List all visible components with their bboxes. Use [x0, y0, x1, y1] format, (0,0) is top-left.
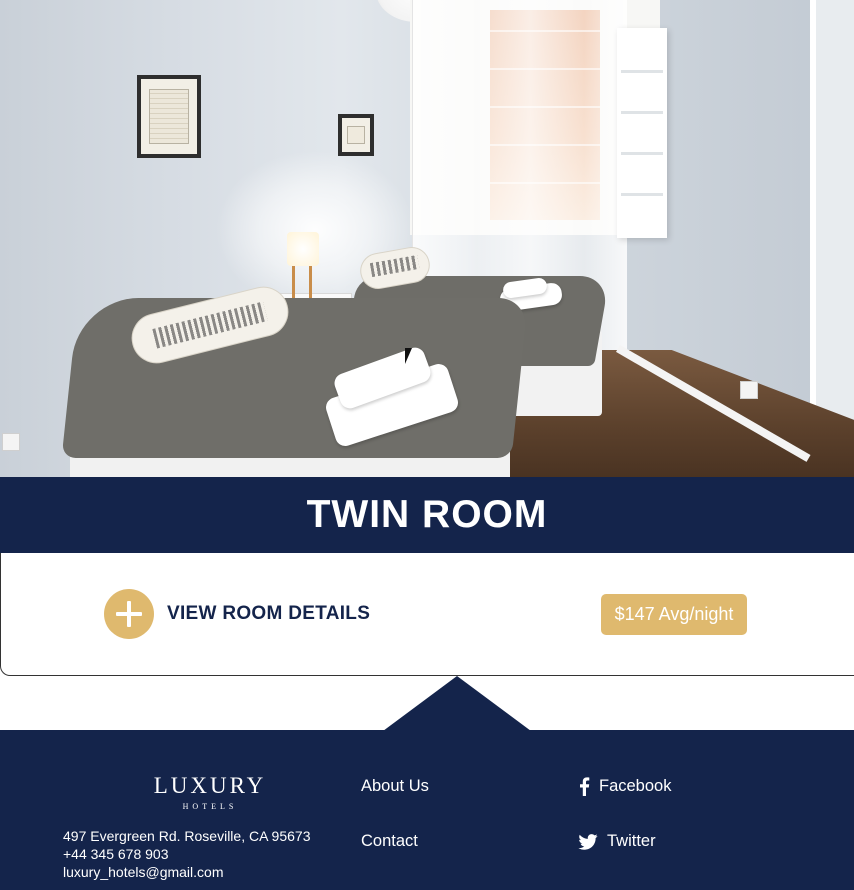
plus-icon[interactable] [104, 589, 154, 639]
room-photo [0, 0, 854, 477]
window-shutter [617, 28, 667, 238]
twitter-label[interactable]: Twitter [607, 832, 656, 851]
wall-picture-left [137, 75, 201, 158]
room-details-card: VIEW ROOM DETAILS $147 Avg/night [0, 553, 854, 676]
wall-picture-right [338, 114, 374, 156]
address-email: luxury_hotels@gmail.com [63, 864, 224, 880]
wall-outlet [2, 433, 20, 451]
mirror [810, 0, 854, 477]
view-room-details-label[interactable]: VIEW ROOM DETAILS [167, 603, 370, 625]
mouse-cursor-icon [405, 348, 412, 364]
facebook-icon [580, 777, 590, 796]
facebook-label[interactable]: Facebook [599, 777, 671, 796]
footer: LUXURY HOTELS 497 Evergreen Rd. Rosevill… [0, 730, 854, 890]
facebook-link[interactable]: Facebook [578, 777, 671, 796]
room-title-bar: TWIN ROOM [0, 477, 854, 553]
hotel-logo[interactable]: LUXURY HOTELS [146, 774, 274, 811]
price-badge: $147 Avg/night [601, 594, 747, 635]
twitter-link[interactable]: Twitter [578, 832, 656, 851]
wall-outlet [740, 381, 758, 399]
about-us-link[interactable]: About Us [361, 777, 429, 796]
view-room-details-button[interactable]: VIEW ROOM DETAILS [104, 589, 370, 639]
logo-subtitle: HOTELS [182, 802, 238, 811]
footer-arrow [383, 676, 531, 731]
address-phone: +44 345 678 903 [63, 846, 169, 862]
bed-front [61, 298, 529, 458]
contact-address: 497 Evergreen Rd. Roseville, CA 95673 +4… [63, 827, 310, 881]
contact-link[interactable]: Contact [361, 832, 418, 851]
table-lamp [287, 232, 319, 266]
address-street: 497 Evergreen Rd. Roseville, CA 95673 [63, 828, 311, 844]
room-title: TWIN ROOM [306, 493, 548, 536]
logo-wordmark: LUXURY [153, 773, 267, 798]
twitter-icon [578, 833, 598, 850]
